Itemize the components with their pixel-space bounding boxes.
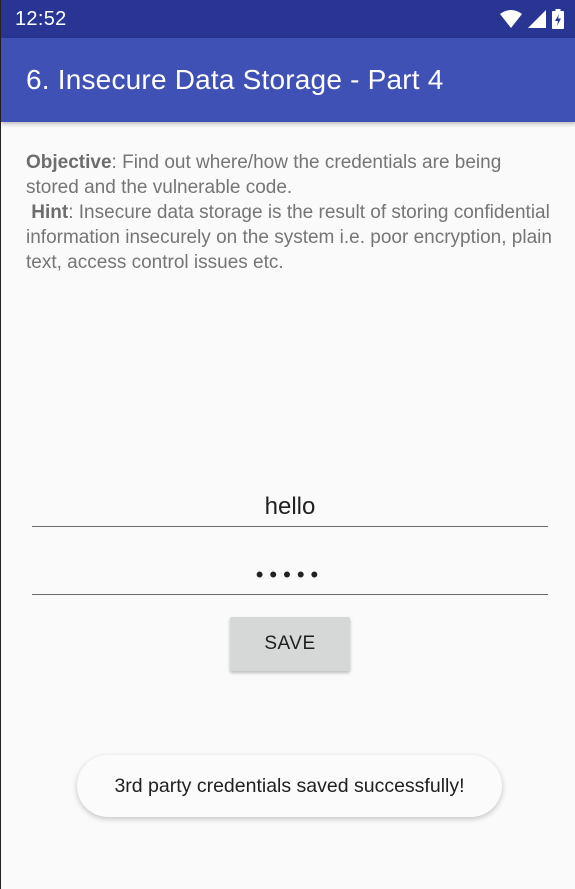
status-icons	[500, 9, 564, 29]
username-field[interactable]: hello	[32, 487, 548, 527]
password-field[interactable]: •••••	[32, 555, 548, 595]
objective-label: Objective	[26, 152, 112, 173]
status-time: 12:52	[15, 7, 67, 30]
save-button[interactable]: SAVE	[230, 617, 350, 671]
hint-text: : Insecure data storage is the result of…	[26, 202, 552, 273]
password-value: •••••	[255, 561, 325, 587]
username-value: hello	[264, 492, 316, 520]
battery-charging-icon	[552, 9, 564, 29]
app-bar: 6. Insecure Data Storage - Part 4	[1, 38, 575, 122]
hint-label: Hint	[31, 202, 69, 223]
challenge-description: Objective: Find out where/how the creden…	[26, 150, 556, 275]
page-title: 6. Insecure Data Storage - Part 4	[26, 64, 444, 95]
toast-message: 3rd party credentials saved successfully…	[77, 755, 502, 817]
signal-icon	[528, 10, 546, 28]
status-bar: 12:52	[1, 0, 575, 38]
wifi-icon	[500, 10, 522, 28]
